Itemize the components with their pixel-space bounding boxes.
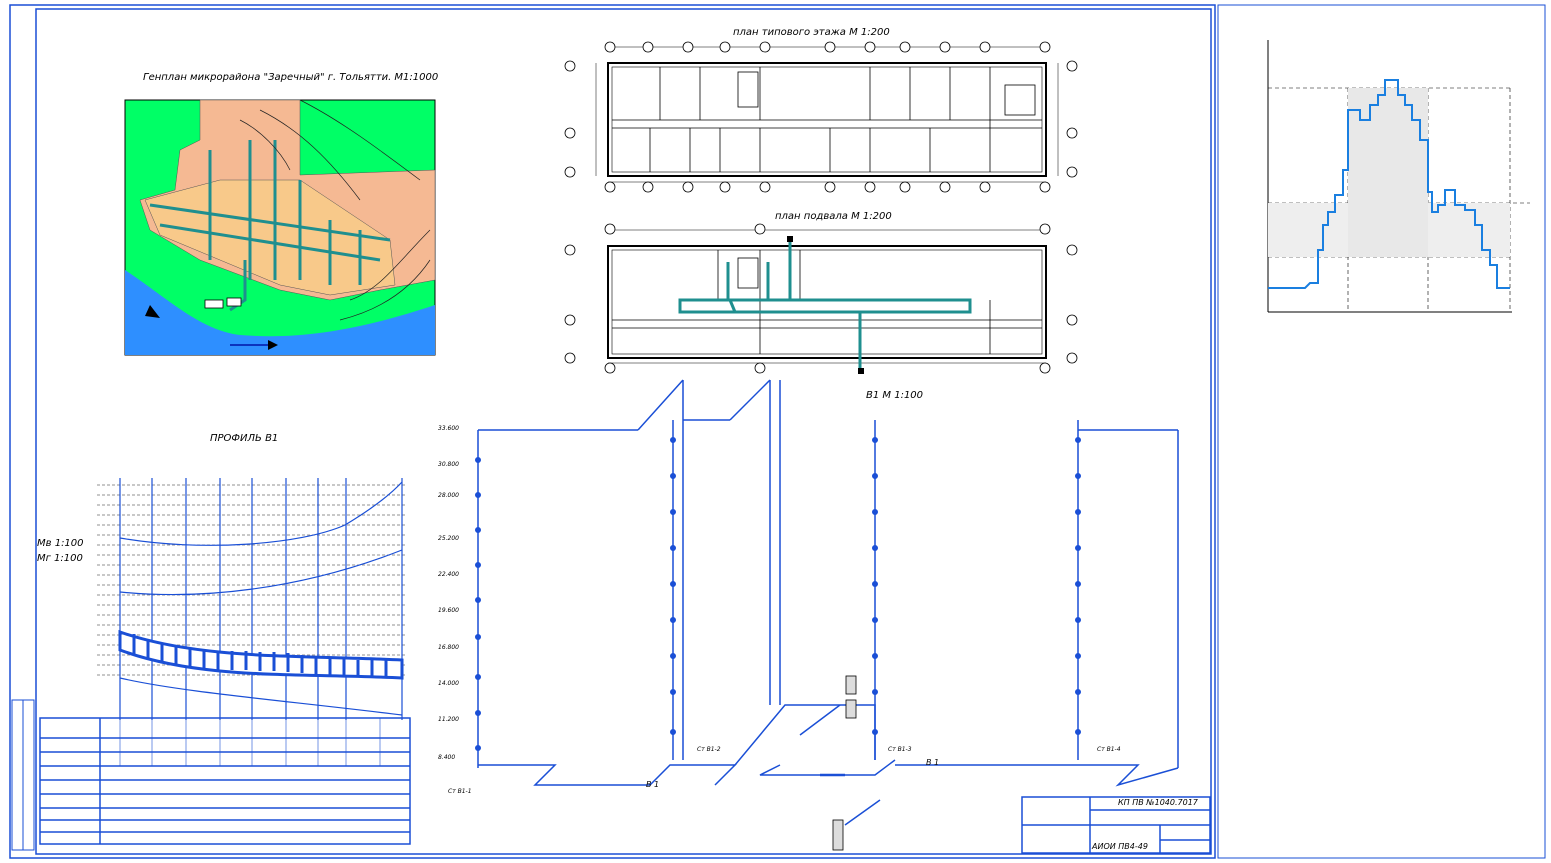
typical-floor-plan bbox=[595, 46, 1059, 183]
profile-table bbox=[39, 717, 411, 845]
floor-plan-grid-bubbles bbox=[564, 41, 1078, 193]
hatched-blocks bbox=[832, 675, 857, 851]
main-pipe-label-2: В 1 bbox=[926, 758, 940, 767]
stamp-sheet: АИОИ ПВ4-49 bbox=[1092, 842, 1148, 851]
basement-plan bbox=[607, 229, 1047, 364]
level-2: 28.000 bbox=[438, 492, 459, 499]
riser-label-3: Ст В1-3 bbox=[888, 746, 912, 753]
level-4: 22.400 bbox=[438, 571, 459, 578]
profile-title: ПРОФИЛЬ В1 bbox=[210, 433, 279, 444]
profile-drawing bbox=[97, 478, 405, 720]
level-3: 25.200 bbox=[438, 535, 459, 542]
level-5: 19.600 bbox=[438, 607, 459, 614]
axonometry-scheme bbox=[477, 379, 1179, 826]
axonometry-title: В1 М 1:100 bbox=[866, 390, 924, 401]
typical-floor-title: план типового этажа М 1:200 bbox=[733, 27, 890, 38]
basement-title: план подвала М 1:200 bbox=[775, 211, 892, 222]
drawing-sheet bbox=[9, 4, 1546, 859]
riser-label-1: Ст В1-1 bbox=[448, 788, 472, 795]
horizontal-scale: Мг 1:100 bbox=[37, 553, 83, 564]
main-pipe-label: В 1 bbox=[646, 780, 660, 789]
level-9: 8.400 bbox=[438, 754, 456, 761]
level-8: 11.200 bbox=[438, 716, 459, 723]
level-1: 30.800 bbox=[438, 461, 459, 468]
genplan-map bbox=[124, 99, 436, 356]
riser-label-2: Ст В1-2 bbox=[697, 746, 721, 753]
level-6: 16.800 bbox=[438, 644, 459, 651]
riser-label-4: Ст В1-4 bbox=[1097, 746, 1121, 753]
basement-pipes bbox=[678, 238, 972, 370]
vertical-scale: Мв 1:100 bbox=[37, 538, 84, 549]
level-7: 14.000 bbox=[438, 680, 459, 687]
axonometry-floor-ticks bbox=[475, 437, 1081, 751]
level-0: 33.600 bbox=[438, 425, 459, 432]
stamp-code: КП ПВ №1040.7017 bbox=[1118, 798, 1198, 807]
genplan-title: Генплан микрорайона "Заречный" г. Тольят… bbox=[143, 72, 439, 83]
consumption-chart bbox=[1267, 40, 1530, 313]
